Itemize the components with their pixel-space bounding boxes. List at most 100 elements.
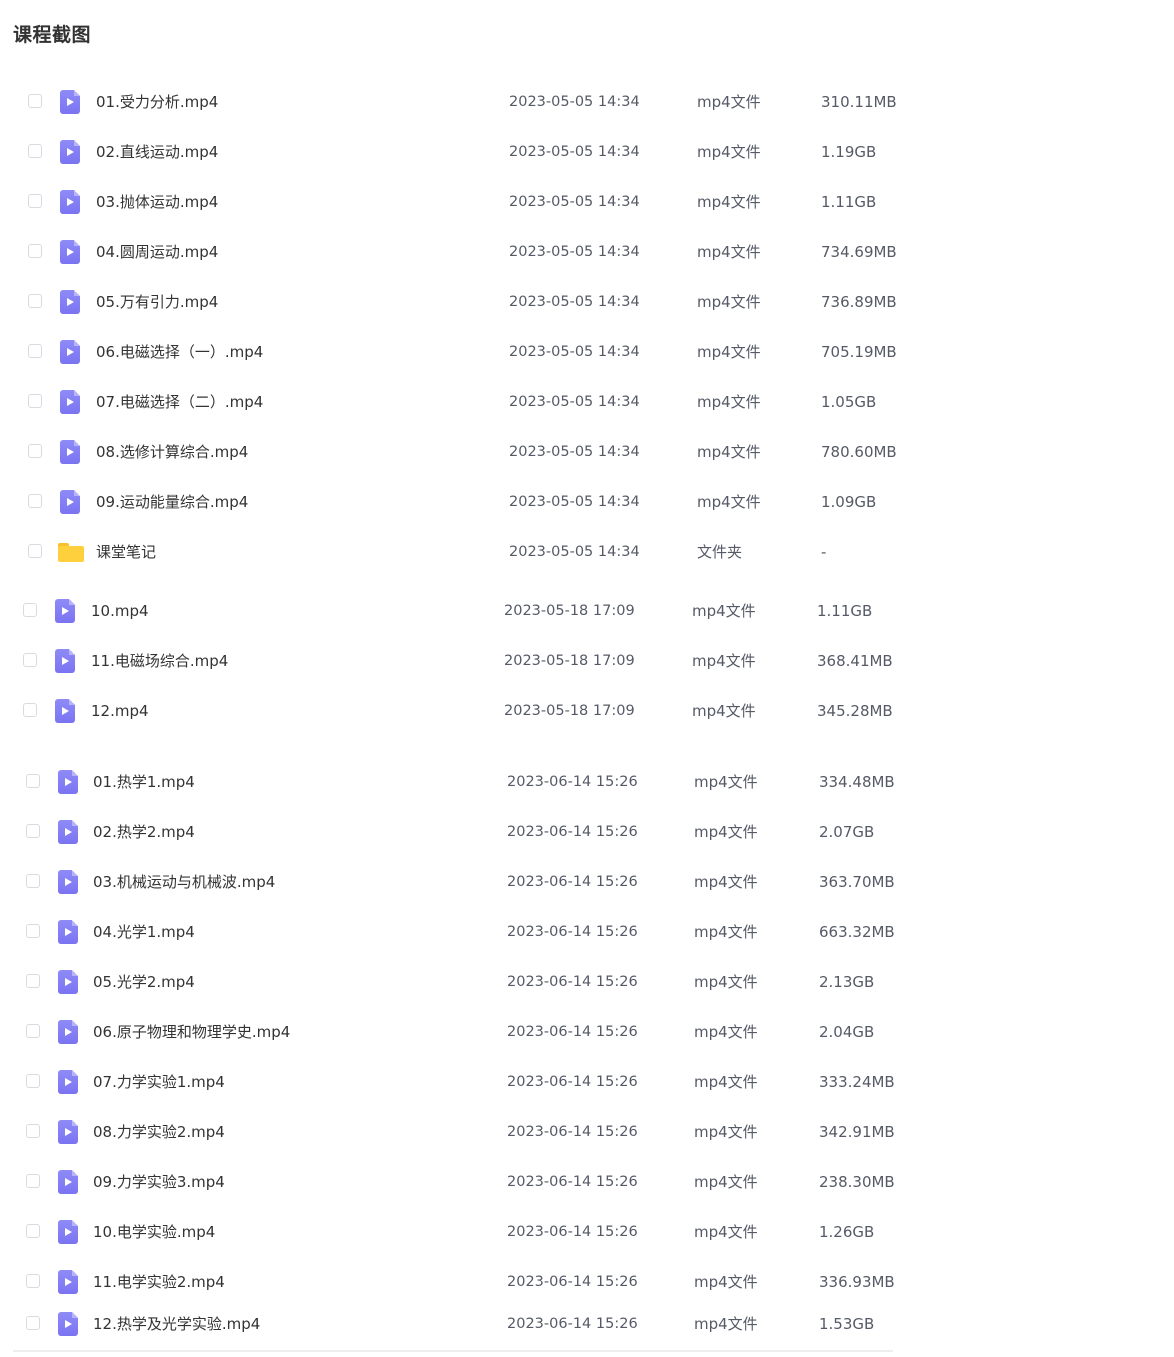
select-checkbox[interactable] bbox=[28, 94, 42, 108]
file-row[interactable]: 04.光学1.mp4 2023-06-14 15:26 mp4文件 663.32MB bbox=[0, 912, 940, 952]
file-type: mp4文件 bbox=[697, 193, 761, 211]
file-name[interactable]: 11.电学实验2.mp4 bbox=[93, 1262, 225, 1302]
file-date: 2023-05-05 14:34 bbox=[509, 144, 640, 160]
file-name[interactable]: 课堂笔记 bbox=[96, 532, 156, 572]
select-checkbox[interactable] bbox=[26, 1316, 40, 1330]
file-row[interactable]: 06.原子物理和物理学史.mp4 2023-06-14 15:26 mp4文件 2.0… bbox=[0, 1012, 940, 1052]
select-checkbox[interactable] bbox=[26, 924, 40, 938]
file-name[interactable]: 07.力学实验1.mp4 bbox=[93, 1062, 225, 1102]
file-row[interactable]: 课堂笔记 2023-05-05 14:34 文件夹 - bbox=[0, 532, 940, 572]
select-checkbox[interactable] bbox=[26, 974, 40, 988]
file-name[interactable]: 08.选修计算综合.mp4 bbox=[96, 432, 248, 472]
file-name[interactable]: 05.光学2.mp4 bbox=[93, 962, 195, 1002]
file-row[interactable]: 08.选修计算综合.mp4 2023-05-05 14:34 mp4文件 780.60… bbox=[0, 432, 940, 472]
file-row[interactable]: 12.mp4 2023-05-18 17:09 mp4文件 345.28MB bbox=[0, 691, 940, 731]
select-checkbox[interactable] bbox=[23, 703, 37, 717]
select-checkbox[interactable] bbox=[26, 1124, 40, 1138]
file-name[interactable]: 04.圆周运动.mp4 bbox=[96, 232, 218, 272]
file-name[interactable]: 06.电磁选择（一）.mp4 bbox=[96, 332, 263, 372]
file-row[interactable]: 10.电学实验.mp4 2023-06-14 15:26 mp4文件 1.26GB bbox=[0, 1212, 940, 1252]
file-name[interactable]: 02.热学2.mp4 bbox=[93, 812, 195, 852]
select-checkbox[interactable] bbox=[26, 874, 40, 888]
file-size: 736.89MB bbox=[821, 293, 897, 311]
file-name[interactable]: 01.热学1.mp4 bbox=[93, 762, 195, 802]
select-checkbox[interactable] bbox=[26, 1174, 40, 1188]
select-checkbox[interactable] bbox=[26, 1074, 40, 1088]
file-row[interactable]: 07.电磁选择（二）.mp4 2023-05-05 14:34 mp4文件 1.05G… bbox=[0, 382, 940, 422]
select-checkbox[interactable] bbox=[28, 344, 42, 358]
select-checkbox[interactable] bbox=[23, 603, 37, 617]
file-name[interactable]: 05.万有引力.mp4 bbox=[96, 282, 218, 322]
file-type: mp4文件 bbox=[694, 1073, 758, 1091]
file-row[interactable]: 12.热学及光学实验.mp4 2023-06-14 15:26 mp4文件 1.53G… bbox=[0, 1304, 940, 1344]
select-checkbox[interactable] bbox=[28, 494, 42, 508]
file-date: 2023-06-14 15:26 bbox=[507, 1024, 638, 1040]
file-row[interactable]: 01.受力分析.mp4 2023-05-05 14:34 mp4文件 310.11MB bbox=[0, 82, 940, 122]
select-checkbox[interactable] bbox=[26, 824, 40, 838]
file-size: 368.41MB bbox=[817, 652, 893, 670]
file-name[interactable]: 09.运动能量综合.mp4 bbox=[96, 482, 248, 522]
file-name[interactable]: 07.电磁选择（二）.mp4 bbox=[96, 382, 263, 422]
file-date: 2023-06-14 15:26 bbox=[507, 774, 638, 790]
file-name[interactable]: 03.抛体运动.mp4 bbox=[96, 182, 218, 222]
file-row[interactable]: 10.mp4 2023-05-18 17:09 mp4文件 1.11GB bbox=[0, 591, 940, 631]
file-date: 2023-05-05 14:34 bbox=[509, 194, 640, 210]
file-row[interactable]: 11.电学实验2.mp4 2023-06-14 15:26 mp4文件 336.93M… bbox=[0, 1262, 940, 1302]
file-row[interactable]: 11.电磁场综合.mp4 2023-05-18 17:09 mp4文件 368.41M… bbox=[0, 641, 940, 681]
file-size: 238.30MB bbox=[819, 1173, 895, 1191]
select-checkbox[interactable] bbox=[28, 394, 42, 408]
file-type: mp4文件 bbox=[692, 602, 756, 620]
file-row[interactable]: 02.热学2.mp4 2023-06-14 15:26 mp4文件 2.07GB bbox=[0, 812, 940, 852]
file-row[interactable]: 09.运动能量综合.mp4 2023-05-05 14:34 mp4文件 1.09GB bbox=[0, 482, 940, 522]
file-name[interactable]: 10.mp4 bbox=[91, 591, 149, 631]
file-name[interactable]: 11.电磁场综合.mp4 bbox=[91, 641, 228, 681]
file-type: mp4文件 bbox=[692, 702, 756, 720]
file-size: 705.19MB bbox=[821, 343, 897, 361]
file-date: 2023-05-05 14:34 bbox=[509, 444, 640, 460]
select-checkbox[interactable] bbox=[28, 444, 42, 458]
file-name[interactable]: 08.力学实验2.mp4 bbox=[93, 1112, 225, 1152]
select-checkbox[interactable] bbox=[26, 1274, 40, 1288]
file-size: 1.11GB bbox=[817, 602, 873, 620]
file-name[interactable]: 06.原子物理和物理学史.mp4 bbox=[93, 1012, 290, 1052]
file-name[interactable]: 02.直线运动.mp4 bbox=[96, 132, 218, 172]
select-checkbox[interactable] bbox=[28, 544, 42, 558]
file-row[interactable]: 05.万有引力.mp4 2023-05-05 14:34 mp4文件 736.89MB bbox=[0, 282, 940, 322]
select-checkbox[interactable] bbox=[28, 244, 42, 258]
select-checkbox[interactable] bbox=[26, 1024, 40, 1038]
file-date: 2023-06-14 15:26 bbox=[507, 1124, 638, 1140]
file-name[interactable]: 09.力学实验3.mp4 bbox=[93, 1162, 225, 1202]
file-name[interactable]: 12.热学及光学实验.mp4 bbox=[93, 1304, 260, 1344]
file-row[interactable]: 03.机械运动与机械波.mp4 2023-06-14 15:26 mp4文件 363.… bbox=[0, 862, 940, 902]
file-name[interactable]: 12.mp4 bbox=[91, 691, 149, 731]
select-checkbox[interactable] bbox=[23, 653, 37, 667]
file-row[interactable]: 09.力学实验3.mp4 2023-06-14 15:26 mp4文件 238.30M… bbox=[0, 1162, 940, 1202]
select-checkbox[interactable] bbox=[26, 1224, 40, 1238]
video-file-icon bbox=[60, 140, 80, 164]
file-row[interactable]: 03.抛体运动.mp4 2023-05-05 14:34 mp4文件 1.11GB bbox=[0, 182, 940, 222]
file-date: 2023-05-18 17:09 bbox=[504, 603, 635, 619]
file-row[interactable]: 08.力学实验2.mp4 2023-06-14 15:26 mp4文件 342.91M… bbox=[0, 1112, 940, 1152]
file-type: mp4文件 bbox=[697, 93, 761, 111]
file-name[interactable]: 04.光学1.mp4 bbox=[93, 912, 195, 952]
file-size: 1.19GB bbox=[821, 143, 877, 161]
file-size: 333.24MB bbox=[819, 1073, 895, 1091]
file-name[interactable]: 03.机械运动与机械波.mp4 bbox=[93, 862, 275, 902]
file-size: 1.05GB bbox=[821, 393, 877, 411]
file-size: 342.91MB bbox=[819, 1123, 895, 1141]
file-row[interactable]: 04.圆周运动.mp4 2023-05-05 14:34 mp4文件 734.69MB bbox=[0, 232, 940, 272]
select-checkbox[interactable] bbox=[28, 144, 42, 158]
select-checkbox[interactable] bbox=[28, 194, 42, 208]
file-name[interactable]: 10.电学实验.mp4 bbox=[93, 1212, 215, 1252]
select-checkbox[interactable] bbox=[28, 294, 42, 308]
select-checkbox[interactable] bbox=[26, 774, 40, 788]
file-row[interactable]: 02.直线运动.mp4 2023-05-05 14:34 mp4文件 1.19GB bbox=[0, 132, 940, 172]
file-size: 734.69MB bbox=[821, 243, 897, 261]
file-size: 336.93MB bbox=[819, 1273, 895, 1291]
file-row[interactable]: 05.光学2.mp4 2023-06-14 15:26 mp4文件 2.13GB bbox=[0, 962, 940, 1002]
file-row[interactable]: 01.热学1.mp4 2023-06-14 15:26 mp4文件 334.48MB bbox=[0, 762, 940, 802]
file-row[interactable]: 07.力学实验1.mp4 2023-06-14 15:26 mp4文件 333.24M… bbox=[0, 1062, 940, 1102]
file-type: mp4文件 bbox=[694, 1123, 758, 1141]
file-name[interactable]: 01.受力分析.mp4 bbox=[96, 82, 218, 122]
file-row[interactable]: 06.电磁选择（一）.mp4 2023-05-05 14:34 mp4文件 705.1… bbox=[0, 332, 940, 372]
